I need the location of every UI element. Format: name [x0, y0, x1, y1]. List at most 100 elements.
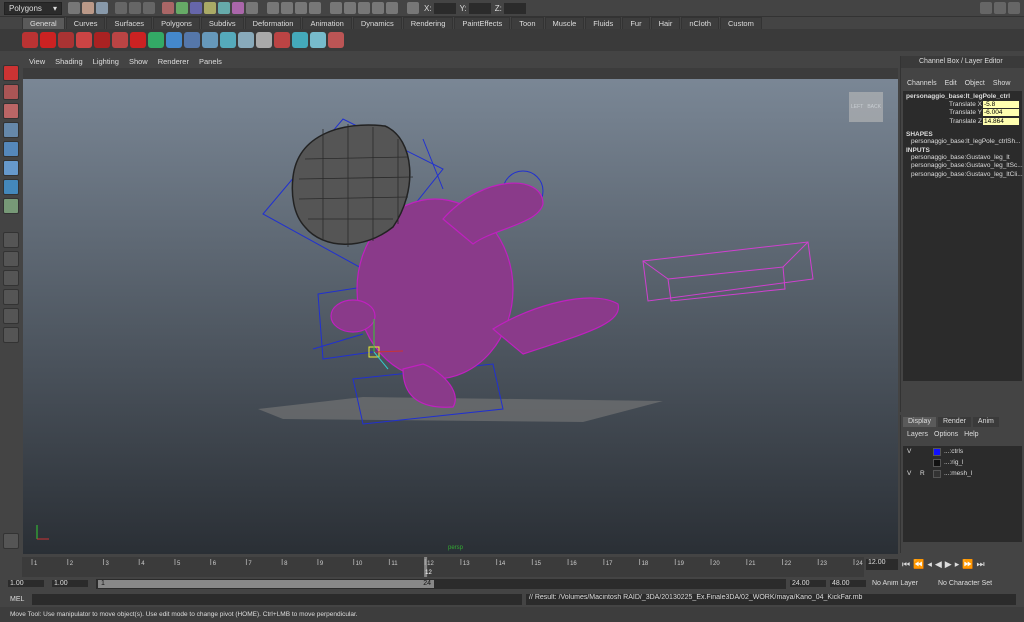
layer-menu-options[interactable]: Options	[934, 431, 958, 438]
layer-row[interactable]: V ...:ctrls	[903, 446, 1022, 457]
viewport-menu-show[interactable]: Show	[129, 56, 148, 68]
select-object-icon[interactable]	[129, 2, 141, 14]
scale-tool-icon[interactable]	[3, 160, 19, 176]
save-scene-icon[interactable]	[96, 2, 108, 14]
select-component-icon[interactable]	[143, 2, 155, 14]
open-scene-icon[interactable]	[82, 2, 94, 14]
shelf-tool-icon[interactable]	[148, 32, 164, 48]
layer-menu-layers[interactable]: Layers	[907, 431, 928, 438]
shelf-tool-icon[interactable]	[94, 32, 110, 48]
layer-tab-anim[interactable]: Anim	[972, 417, 999, 427]
anim-layer-dropdown[interactable]: No Anim Layer	[872, 580, 926, 587]
shelf-tab-animation[interactable]: Animation	[302, 17, 352, 29]
layout-four-icon[interactable]	[3, 251, 19, 267]
time-slider[interactable]: 1 2 3 4 5 6 7 8 9 10 11 12 13 14 15 16 17 18 19 20 21 22 23 24 1…	[22, 557, 864, 577]
input-mode-icon[interactable]	[407, 2, 419, 14]
layer-row[interactable]: ...:rig_l	[903, 457, 1022, 468]
help-icon[interactable]	[40, 32, 56, 48]
z-field[interactable]	[503, 2, 526, 14]
shelf-tool-icon[interactable]	[58, 32, 74, 48]
command-language-label[interactable]: MEL	[10, 596, 32, 603]
channel-box-icon[interactable]	[1008, 2, 1020, 14]
layer-playback-toggle[interactable]: R	[920, 470, 930, 477]
render-settings-icon[interactable]	[372, 2, 384, 14]
mask-icon-5[interactable]	[218, 2, 230, 14]
shelf-tool-icon[interactable]	[112, 32, 128, 48]
menu-set-dropdown[interactable]: Polygons ▾	[4, 1, 62, 15]
rotate-tool-icon[interactable]	[3, 141, 19, 157]
command-input[interactable]	[32, 594, 522, 605]
channel-menu-edit[interactable]: Edit	[945, 80, 957, 87]
shelf-tab-custom[interactable]: Custom	[720, 17, 762, 29]
attribute-value[interactable]: -5.8	[983, 100, 1019, 108]
shelf-tab-fur[interactable]: Fur	[622, 17, 650, 29]
move-tool-icon[interactable]	[3, 122, 19, 138]
step-forward-key-icon[interactable]: ⏩	[962, 559, 973, 571]
layout-graph-icon[interactable]	[3, 308, 19, 324]
scene-view[interactable]: persp	[23, 79, 898, 554]
shelf-tab-ncloth[interactable]: nCloth	[681, 17, 720, 29]
viewport-menu-view[interactable]: View	[29, 56, 45, 68]
layout-split-icon[interactable]	[3, 270, 19, 286]
playback-start-field[interactable]: 1.00	[52, 580, 88, 587]
select-hierarchy-icon[interactable]	[115, 2, 127, 14]
attribute-row[interactable]: Translate Y -6.004	[906, 109, 1019, 118]
shelf-tab-rendering[interactable]: Rendering	[402, 17, 454, 29]
mask-icon[interactable]	[162, 2, 174, 14]
layer-row[interactable]: V R ...:mesh_l	[903, 468, 1022, 479]
layer-visibility-toggle[interactable]: V	[907, 448, 917, 455]
shelf-tab-subdivs[interactable]: Subdivs	[200, 17, 244, 29]
go-to-start-icon[interactable]: ⏮	[902, 559, 910, 571]
snap-curve-icon[interactable]	[281, 2, 293, 14]
mask-icon-6[interactable]	[232, 2, 244, 14]
current-time-field[interactable]: 12.00	[866, 559, 898, 570]
shelf-tab-curves[interactable]: Curves	[65, 17, 106, 29]
go-to-end-icon[interactable]: ⏭	[976, 559, 984, 571]
shelf-tab-toon[interactable]: Toon	[511, 17, 544, 29]
playback-end-field[interactable]: 24.00	[790, 580, 826, 587]
shelf-tab-painteffects[interactable]: PaintEffects	[454, 17, 511, 29]
play-backwards-icon[interactable]: ◀	[935, 559, 942, 571]
layer-color-swatch[interactable]	[933, 469, 941, 478]
shelf-tool-icon[interactable]	[184, 32, 200, 48]
render-icon[interactable]	[344, 2, 356, 14]
shelf-tool-icon[interactable]	[166, 32, 182, 48]
play-forwards-icon[interactable]: ▶	[945, 559, 952, 571]
end-time-field[interactable]: 48.00	[830, 580, 866, 587]
viewport-menu-renderer[interactable]: Renderer	[158, 56, 189, 68]
snap-plane-icon[interactable]	[309, 2, 321, 14]
last-tool-icon[interactable]	[3, 198, 19, 214]
viewport-panel[interactable]: View Shading Lighting Show Renderer Panels	[23, 56, 898, 554]
attribute-editor-icon[interactable]	[980, 2, 992, 14]
shelf-tool-icon[interactable]	[202, 32, 218, 48]
shelf-tool-icon[interactable]	[328, 32, 344, 48]
viewport-menu-panels[interactable]: Panels	[199, 56, 222, 68]
shelf-tab-general[interactable]: General	[22, 17, 65, 29]
layer-menu-help[interactable]: Help	[964, 431, 978, 438]
mask-icon-3[interactable]	[190, 2, 202, 14]
shelf-tool-icon[interactable]	[76, 32, 92, 48]
character-set-dropdown[interactable]: No Character Set	[938, 580, 1000, 587]
range-handle[interactable]: 1 24	[98, 579, 434, 588]
attribute-value[interactable]: 14.864	[983, 117, 1019, 125]
channel-menu-show[interactable]: Show	[993, 80, 1011, 87]
layer-color-swatch[interactable]	[933, 458, 941, 467]
shelf-tool-icon[interactable]	[22, 32, 38, 48]
quick-layout-icon[interactable]	[3, 533, 19, 549]
shelf-tab-hair[interactable]: Hair	[650, 17, 681, 29]
attribute-value[interactable]: -6.004	[983, 109, 1019, 117]
new-scene-icon[interactable]	[68, 2, 80, 14]
shelf-tool-icon[interactable]	[130, 32, 146, 48]
input-node[interactable]: personaggio_base:Gustavo_leg_ltSc...	[906, 162, 1023, 171]
mask-icon-2[interactable]	[176, 2, 188, 14]
layout-single-icon[interactable]	[3, 232, 19, 248]
viewport-menu-shading[interactable]: Shading	[55, 56, 83, 68]
layer-color-swatch[interactable]	[933, 447, 941, 456]
shelf-tab-dynamics[interactable]: Dynamics	[352, 17, 402, 29]
shelf-tool-icon[interactable]	[274, 32, 290, 48]
layout-outliner-icon[interactable]	[3, 289, 19, 305]
viewport-menu-lighting[interactable]: Lighting	[93, 56, 119, 68]
input-node[interactable]: personaggio_base:Gustavo_leg_lt	[906, 154, 1019, 163]
shelf-tool-icon[interactable]	[256, 32, 272, 48]
step-back-icon[interactable]: ◂	[927, 559, 932, 571]
